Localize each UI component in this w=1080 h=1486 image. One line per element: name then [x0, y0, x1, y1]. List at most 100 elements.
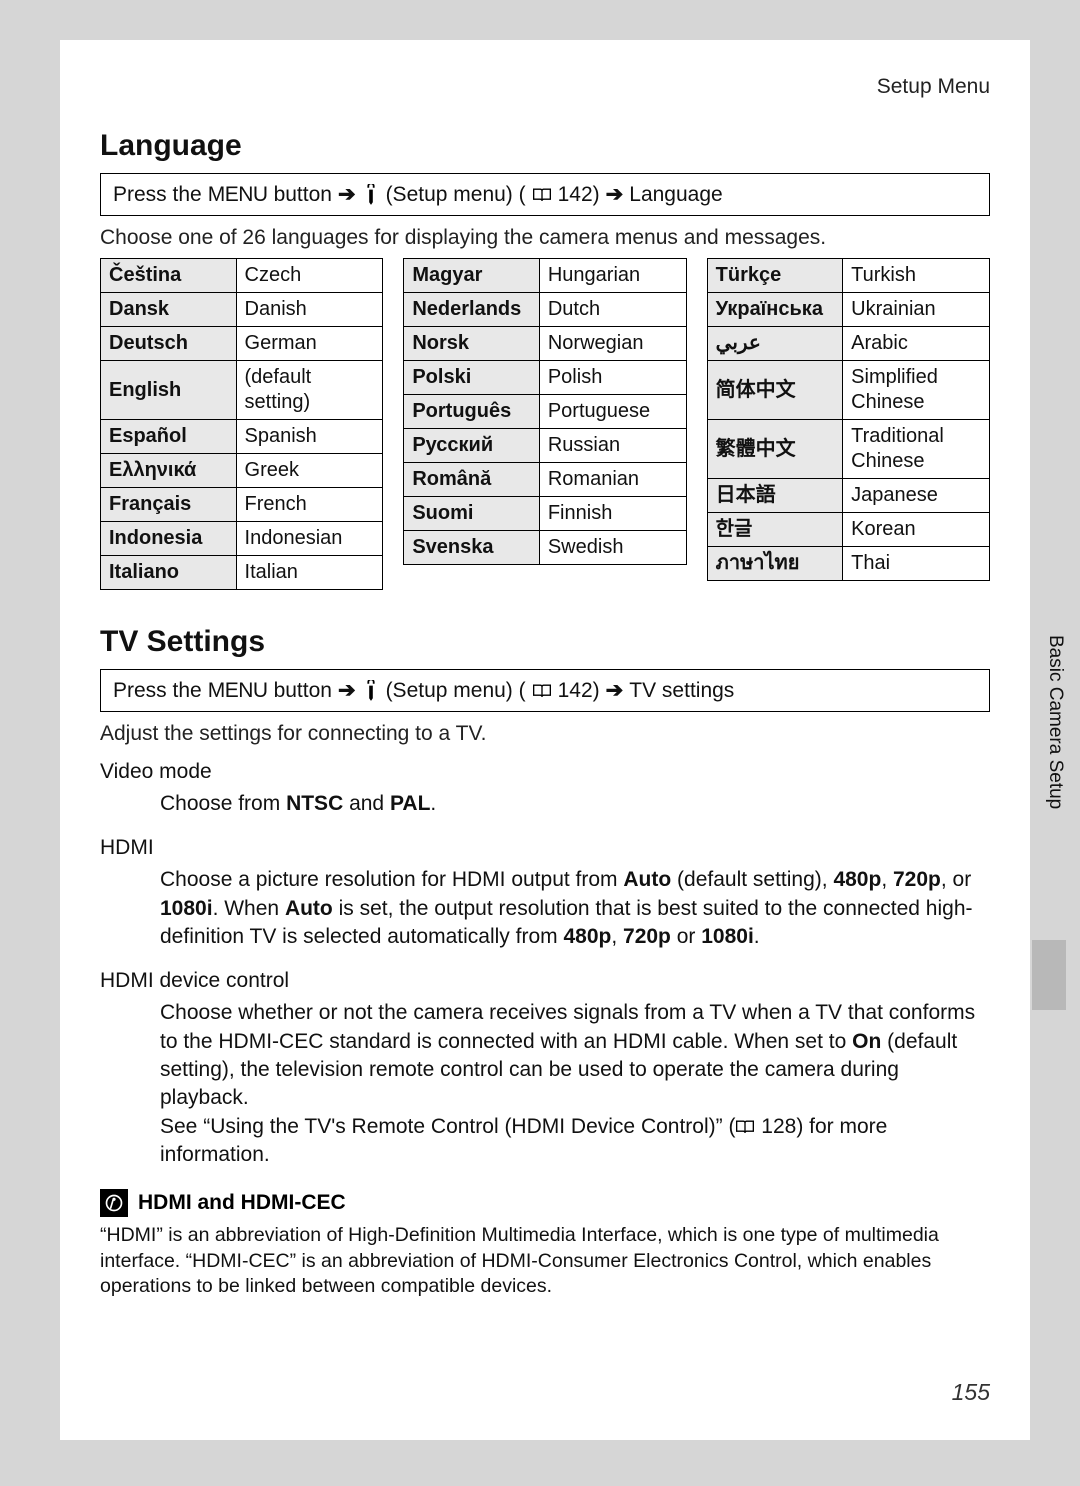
book-icon — [532, 679, 552, 703]
language-native: Svenska — [404, 531, 540, 565]
language-english: Indonesian — [236, 522, 383, 556]
language-native: Română — [404, 463, 540, 497]
language-english: Danish — [236, 293, 383, 327]
language-english: Swedish — [539, 531, 686, 565]
language-native: Español — [101, 420, 237, 454]
language-native: Português — [404, 395, 540, 429]
language-english: Greek — [236, 454, 383, 488]
language-english: Arabic — [843, 327, 990, 361]
language-native: Italiano — [101, 556, 237, 590]
language-row: ภาษาไทยThai — [707, 547, 989, 581]
language-english: Romanian — [539, 463, 686, 497]
language-row: SuomiFinnish — [404, 497, 686, 531]
setting-body: Choose whether or not the camera receive… — [160, 999, 990, 1169]
language-english: Spanish — [236, 420, 383, 454]
language-native: 한글 — [707, 513, 843, 547]
language-english: Simplified Chinese — [843, 361, 990, 420]
language-native: Français — [101, 488, 237, 522]
language-english: Norwegian — [539, 327, 686, 361]
tv-intro: Adjust the settings for connecting to a … — [100, 722, 990, 746]
section-title-language: Language — [100, 129, 990, 163]
language-row: УкраїнськаUkrainian — [707, 293, 989, 327]
language-english: French — [236, 488, 383, 522]
language-native: Norsk — [404, 327, 540, 361]
nav-setup-label: (Setup menu) ( — [386, 679, 526, 703]
language-row: FrançaisFrench — [101, 488, 383, 522]
page-content: Setup Menu Language Press the MENU butto… — [60, 40, 1030, 1440]
nav-setup-label: (Setup menu) ( — [386, 183, 526, 207]
language-english: Czech — [236, 259, 383, 293]
language-row: English(default setting) — [101, 361, 383, 420]
language-native: English — [101, 361, 237, 420]
language-row: ČeštinaCzech — [101, 259, 383, 293]
nav-button-word: button — [274, 183, 332, 207]
note-icon — [100, 1189, 128, 1217]
language-row: 한글Korean — [707, 513, 989, 547]
note-title: HDMI and HDMI-CEC — [138, 1191, 346, 1215]
language-native: Dansk — [101, 293, 237, 327]
arrow-icon: ➔ — [606, 182, 624, 207]
language-english: Thai — [843, 547, 990, 581]
setting-body: Choose from NTSC and PAL. — [160, 790, 990, 818]
side-tab-marker — [1032, 940, 1066, 1010]
nav-page-ref: 142) — [558, 183, 600, 207]
language-row: RomânăRomanian — [404, 463, 686, 497]
language-native: Suomi — [404, 497, 540, 531]
nav-dest: TV settings — [629, 679, 734, 703]
language-native: Українська — [707, 293, 843, 327]
language-row: 简体中文Simplified Chinese — [707, 361, 989, 420]
language-english: Dutch — [539, 293, 686, 327]
arrow-icon: ➔ — [338, 678, 356, 703]
arrow-icon: ➔ — [338, 182, 356, 207]
wrench-icon — [362, 679, 380, 703]
page-number: 155 — [952, 1379, 990, 1406]
language-row: NorskNorwegian — [404, 327, 686, 361]
language-intro: Choose one of 26 languages for displayin… — [100, 226, 990, 250]
language-english: Traditional Chinese — [843, 420, 990, 479]
language-english: Polish — [539, 361, 686, 395]
book-icon — [532, 183, 552, 207]
language-row: عربيArabic — [707, 327, 989, 361]
language-native: عربي — [707, 327, 843, 361]
language-english: Portuguese — [539, 395, 686, 429]
language-row: DeutschGerman — [101, 327, 383, 361]
language-row: ItalianoItalian — [101, 556, 383, 590]
setting-name: Video mode — [100, 760, 990, 784]
language-english: Finnish — [539, 497, 686, 531]
language-row: IndonesiaIndonesian — [101, 522, 383, 556]
menu-button-label: MENU — [208, 679, 268, 703]
language-row: PortuguêsPortuguese — [404, 395, 686, 429]
nav-path-language: Press the MENU button ➔ (Setup menu) (14… — [100, 173, 990, 216]
language-row: EspañolSpanish — [101, 420, 383, 454]
nav-button-word: button — [274, 679, 332, 703]
arrow-icon: ➔ — [606, 678, 624, 703]
nav-path-tv: Press the MENU button ➔ (Setup menu) (14… — [100, 669, 990, 712]
language-native: Magyar — [404, 259, 540, 293]
language-native: Türkçe — [707, 259, 843, 293]
language-native: 繁體中文 — [707, 420, 843, 479]
language-english: Ukrainian — [843, 293, 990, 327]
note-body: “HDMI” is an abbreviation of High-Defini… — [100, 1223, 990, 1299]
language-row: TürkçeTurkish — [707, 259, 989, 293]
nav-dest: Language — [629, 183, 722, 207]
language-row: PolskiPolish — [404, 361, 686, 395]
language-row: РусскийRussian — [404, 429, 686, 463]
language-row: MagyarHungarian — [404, 259, 686, 293]
note-header: HDMI and HDMI-CEC — [100, 1189, 990, 1217]
nav-page-ref: 142) — [558, 679, 600, 703]
language-row: DanskDanish — [101, 293, 383, 327]
language-english: Italian — [236, 556, 383, 590]
language-native: Nederlands — [404, 293, 540, 327]
setting-body: Choose a picture resolution for HDMI out… — [160, 866, 990, 951]
language-english: German — [236, 327, 383, 361]
language-table: ČeštinaCzechDanskDanishDeutschGermanEngl… — [100, 258, 990, 590]
language-english: Hungarian — [539, 259, 686, 293]
section-title-tv: TV Settings — [100, 625, 990, 659]
language-native: Polski — [404, 361, 540, 395]
header-label: Setup Menu — [100, 75, 990, 99]
language-row: SvenskaSwedish — [404, 531, 686, 565]
language-native: Ελληνικά — [101, 454, 237, 488]
menu-button-label: MENU — [208, 183, 268, 207]
language-row: 繁體中文Traditional Chinese — [707, 420, 989, 479]
side-tab-label: Basic Camera Setup — [1032, 635, 1066, 925]
